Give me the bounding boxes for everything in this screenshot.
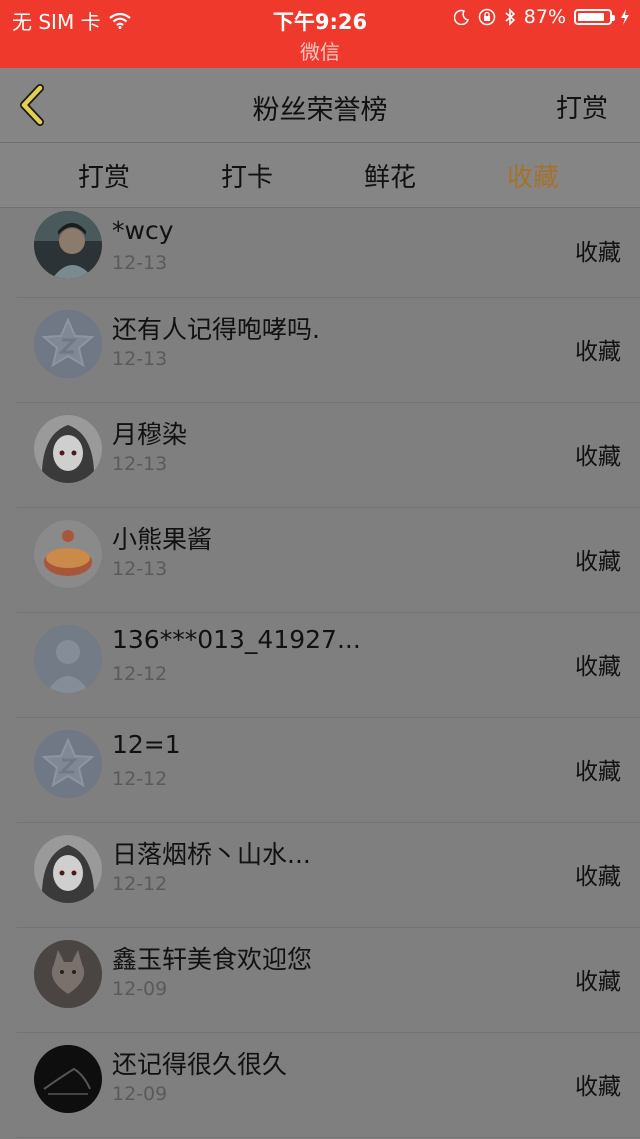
fan-date: 12-13 xyxy=(112,348,168,370)
fan-date: 12-13 xyxy=(112,252,168,274)
fan-name: 日落烟桥丶山水... xyxy=(112,840,311,869)
fan-row[interactable]: 鑫玉轩美食欢迎您 12-09 收藏 xyxy=(17,928,640,1033)
fan-name: 鑫玉轩美食欢迎您 xyxy=(112,945,313,974)
avatar[interactable] xyxy=(34,211,102,279)
fan-name: 还记得很久很久 xyxy=(112,1050,288,1079)
avatar[interactable] xyxy=(34,310,102,378)
fan-row[interactable]: 12=1 12-12 收藏 xyxy=(17,718,640,823)
favorite-label: 收藏 xyxy=(575,549,621,575)
battery-level-fill xyxy=(578,13,605,21)
battery-percent: 87% xyxy=(523,6,566,28)
fan-name: 月穆染 xyxy=(112,420,188,449)
fan-row[interactable]: 日落烟桥丶山水... 12-12 收藏 xyxy=(17,823,640,928)
rotation-lock-icon xyxy=(478,8,496,26)
avatar[interactable] xyxy=(34,730,102,798)
avatar[interactable] xyxy=(34,415,102,483)
fan-row[interactable]: 还记得很久很久 12-09 收藏 xyxy=(17,1033,640,1138)
moon-icon xyxy=(453,9,469,25)
avatar[interactable] xyxy=(34,520,102,588)
fan-date: 12-09 xyxy=(112,978,168,1000)
avatar[interactable] xyxy=(34,625,102,693)
fan-name: 136***013_41927... xyxy=(112,625,361,654)
bluetooth-icon xyxy=(505,8,515,26)
fan-row[interactable]: *wcy 12-13 收藏 xyxy=(17,208,640,298)
reward-button[interactable]: 打赏 xyxy=(556,88,608,125)
fan-date: 12-13 xyxy=(112,558,168,580)
fan-date: 12-12 xyxy=(112,873,168,895)
favorite-label: 收藏 xyxy=(575,240,621,266)
favorite-label: 收藏 xyxy=(575,1074,621,1100)
fan-name: *wcy xyxy=(112,216,174,245)
favorite-label: 收藏 xyxy=(575,339,621,365)
tab-checkin[interactable]: 打卡 xyxy=(221,157,273,194)
fan-date: 12-12 xyxy=(112,663,168,685)
favorite-label: 收藏 xyxy=(575,444,621,470)
nav-bar: 粉丝荣誉榜 打赏 xyxy=(0,68,640,143)
fan-name: 12=1 xyxy=(112,730,181,759)
tab-flowers[interactable]: 鲜花 xyxy=(364,157,416,194)
fan-row[interactable]: 还有人记得咆哮吗. 12-13 收藏 xyxy=(17,298,640,403)
fan-date: 12-12 xyxy=(112,768,168,790)
status-app-name: 微信 xyxy=(300,40,340,64)
page-title: 粉丝荣誉榜 xyxy=(252,95,388,126)
status-right: 87% xyxy=(453,6,630,28)
avatar[interactable] xyxy=(34,1045,102,1113)
fan-list: *wcy 12-13 收藏 还有人记得咆哮吗. 12-13 收藏 月穆染 12-13 收藏 小熊果… xyxy=(0,208,640,1138)
fan-name: 小熊果酱 xyxy=(112,525,213,554)
favorite-label: 收藏 xyxy=(575,969,621,995)
fan-row[interactable]: 小熊果酱 12-13 收藏 xyxy=(17,508,640,613)
fan-name: 还有人记得咆哮吗. xyxy=(112,315,320,344)
favorite-label: 收藏 xyxy=(575,864,621,890)
battery-icon xyxy=(574,9,615,25)
fan-row[interactable]: 月穆染 12-13 收藏 xyxy=(17,403,640,508)
favorite-label: 收藏 xyxy=(575,759,621,785)
avatar[interactable] xyxy=(34,940,102,1008)
favorite-label: 收藏 xyxy=(575,654,621,680)
avatar[interactable] xyxy=(34,835,102,903)
fan-date: 12-13 xyxy=(112,453,168,475)
charging-icon xyxy=(621,9,629,25)
fan-date: 12-09 xyxy=(112,1083,168,1105)
tab-reward[interactable]: 打赏 xyxy=(78,157,130,194)
status-bar: 无 SIM 卡 下午9:26 微信 87% xyxy=(0,0,640,68)
tab-favorites[interactable]: 收藏 xyxy=(507,157,559,194)
tab-bar: 打赏 打卡 鲜花 收藏 xyxy=(0,143,640,208)
fan-row[interactable]: 136***013_41927... 12-12 收藏 xyxy=(17,613,640,718)
